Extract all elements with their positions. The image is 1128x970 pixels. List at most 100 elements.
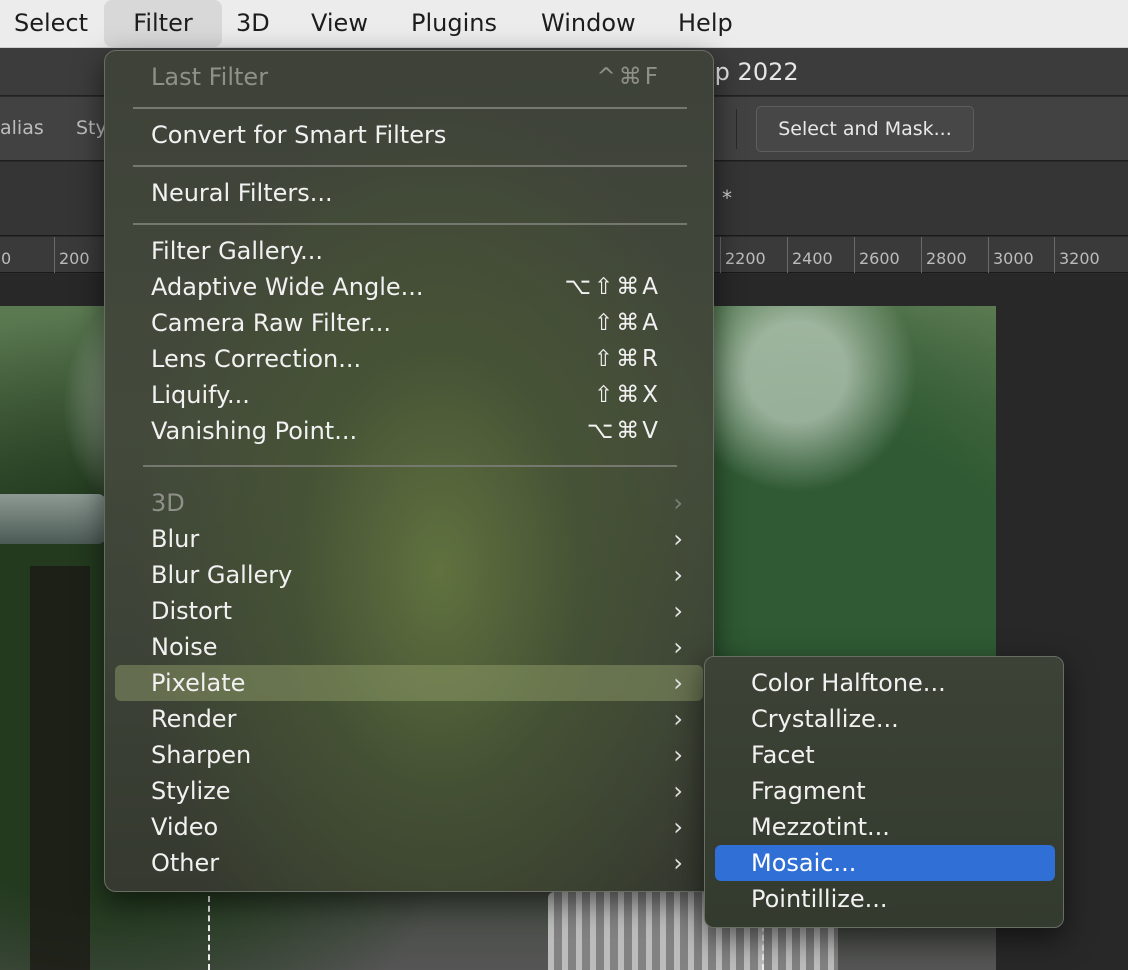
- menu-item-label: 3D: [151, 489, 185, 517]
- menu-bar: Select Filter 3D View Plugins Window Hel…: [0, 0, 1128, 48]
- menu-view[interactable]: View: [311, 0, 368, 46]
- chevron-right-icon: ›: [673, 597, 683, 625]
- selection-marquee-edge: [208, 896, 210, 970]
- app-title: op 2022: [700, 58, 799, 86]
- unsaved-marker: *: [722, 186, 732, 210]
- menu-item-noise[interactable]: Noise ›: [115, 629, 703, 665]
- menu-item-label: Last Filter: [151, 63, 269, 91]
- menu-item-label: Crystallize...: [751, 705, 899, 733]
- ruler-tick: 2800: [921, 237, 967, 273]
- shortcut-label: ⇧⌘R: [593, 346, 661, 372]
- chevron-right-icon: ›: [673, 489, 683, 517]
- menu-item-lens-correction[interactable]: Lens Correction... ⇧⌘R: [115, 341, 703, 377]
- menu-select[interactable]: Select: [14, 0, 88, 46]
- menu-item-vanishing-point[interactable]: Vanishing Point... ⌥⌘V: [115, 413, 703, 449]
- shortcut-label: ⌥⇧⌘A: [564, 274, 661, 300]
- menu-item-label: Color Halftone...: [751, 669, 946, 697]
- menu-window[interactable]: Window: [541, 0, 636, 46]
- options-separator: [736, 109, 737, 149]
- menu-item-label: Other: [151, 849, 220, 877]
- menu-item-other[interactable]: Other ›: [115, 845, 703, 881]
- menu-item-label: Vanishing Point...: [151, 417, 358, 445]
- menu-item-blur[interactable]: Blur ›: [115, 521, 703, 557]
- submenu-item-fragment[interactable]: Fragment: [715, 773, 1055, 809]
- chevron-right-icon: ›: [673, 813, 683, 841]
- submenu-item-mezzotint[interactable]: Mezzotint...: [715, 809, 1055, 845]
- menu-item-label: Fragment: [751, 777, 866, 805]
- menu-item-last-filter[interactable]: Last Filter ^⌘F: [115, 59, 703, 95]
- submenu-item-color-halftone[interactable]: Color Halftone...: [715, 665, 1055, 701]
- menu-separator: [133, 107, 687, 109]
- chevron-right-icon: ›: [673, 849, 683, 877]
- menu-item-video[interactable]: Video ›: [115, 809, 703, 845]
- chevron-right-icon: ›: [673, 777, 683, 805]
- menu-item-label: Blur: [151, 525, 200, 553]
- menu-item-label: Distort: [151, 597, 233, 625]
- chevron-right-icon: ›: [673, 705, 683, 733]
- ruler-tick: 3200: [1054, 237, 1100, 273]
- menu-filter[interactable]: Filter: [104, 0, 222, 47]
- menu-item-label: Stylize: [151, 777, 231, 805]
- ruler-tick: 3000: [988, 237, 1034, 273]
- menu-item-label: Mezzotint...: [751, 813, 890, 841]
- menu-item-label: Mosaic...: [751, 849, 857, 877]
- submenu-item-facet[interactable]: Facet: [715, 737, 1055, 773]
- menu-item-convert-smart-filters[interactable]: Convert for Smart Filters: [115, 117, 703, 153]
- menu-item-blur-gallery[interactable]: Blur Gallery ›: [115, 557, 703, 593]
- submenu-item-pointillize[interactable]: Pointillize...: [715, 881, 1055, 917]
- submenu-item-mosaic[interactable]: Mosaic...: [715, 845, 1055, 881]
- menu-item-label: Video: [151, 813, 219, 841]
- menu-item-label: Lens Correction...: [151, 345, 362, 373]
- menu-item-render[interactable]: Render ›: [115, 701, 703, 737]
- menu-item-liquify[interactable]: Liquify... ⇧⌘X: [115, 377, 703, 413]
- shortcut-label: ⇧⌘A: [593, 310, 661, 336]
- pixelate-submenu: Color Halftone... Crystallize... Facet F…: [704, 656, 1064, 928]
- chevron-right-icon: ›: [673, 525, 683, 553]
- menu-item-filter-gallery[interactable]: Filter Gallery...: [115, 233, 703, 269]
- submenu-item-crystallize[interactable]: Crystallize...: [715, 701, 1055, 737]
- photo-tree-trunk: [30, 566, 90, 970]
- menu-separator: [133, 165, 687, 167]
- shortcut-label: ^⌘F: [596, 64, 661, 90]
- chevron-right-icon: ›: [673, 561, 683, 589]
- menu-item-label: Render: [151, 705, 237, 733]
- chevron-right-icon: ›: [673, 669, 683, 697]
- menu-item-label: Filter Gallery...: [151, 237, 324, 265]
- menu-item-label: Pixelate: [151, 669, 246, 697]
- menu-item-label: Liquify...: [151, 381, 250, 409]
- ruler-tick: 200: [54, 237, 90, 273]
- ruler-tick: 0: [0, 237, 11, 273]
- menu-item-label: Adaptive Wide Angle...: [151, 273, 424, 301]
- menu-separator: [143, 465, 677, 467]
- style-label[interactable]: Sty: [76, 117, 107, 139]
- menu-item-pixelate[interactable]: Pixelate ›: [115, 665, 703, 701]
- menu-item-stylize[interactable]: Stylize ›: [115, 773, 703, 809]
- ruler-tick: 2200: [720, 237, 766, 273]
- ruler-tick: 2600: [854, 237, 900, 273]
- menu-item-label: Noise: [151, 633, 218, 661]
- menu-separator: [133, 223, 687, 225]
- menu-item-label: Pointillize...: [751, 885, 888, 913]
- chevron-right-icon: ›: [673, 633, 683, 661]
- menu-item-label: Blur Gallery: [151, 561, 293, 589]
- menu-item-distort[interactable]: Distort ›: [115, 593, 703, 629]
- menu-item-label: Camera Raw Filter...: [151, 309, 392, 337]
- menu-plugins[interactable]: Plugins: [411, 0, 497, 46]
- photo-rail: [0, 494, 106, 544]
- ruler-tick: 2400: [787, 237, 833, 273]
- chevron-right-icon: ›: [673, 741, 683, 769]
- menu-item-3d[interactable]: 3D ›: [115, 485, 703, 521]
- menu-item-neural-filters[interactable]: Neural Filters...: [115, 175, 703, 211]
- menu-item-sharpen[interactable]: Sharpen ›: [115, 737, 703, 773]
- filter-menu: Last Filter ^⌘F Convert for Smart Filter…: [104, 50, 714, 892]
- shortcut-label: ⇧⌘X: [593, 382, 661, 408]
- menu-item-label: Convert for Smart Filters: [151, 121, 447, 149]
- menu-item-label: Facet: [751, 741, 815, 769]
- select-and-mask-button[interactable]: Select and Mask...: [756, 106, 974, 152]
- menu-item-camera-raw-filter[interactable]: Camera Raw Filter... ⇧⌘A: [115, 305, 703, 341]
- menu-item-adaptive-wide-angle[interactable]: Adaptive Wide Angle... ⌥⇧⌘A: [115, 269, 703, 305]
- menu-help[interactable]: Help: [678, 0, 733, 46]
- menu-3d[interactable]: 3D: [236, 0, 270, 46]
- shortcut-label: ⌥⌘V: [586, 418, 661, 444]
- anti-alias-label[interactable]: alias: [0, 117, 44, 139]
